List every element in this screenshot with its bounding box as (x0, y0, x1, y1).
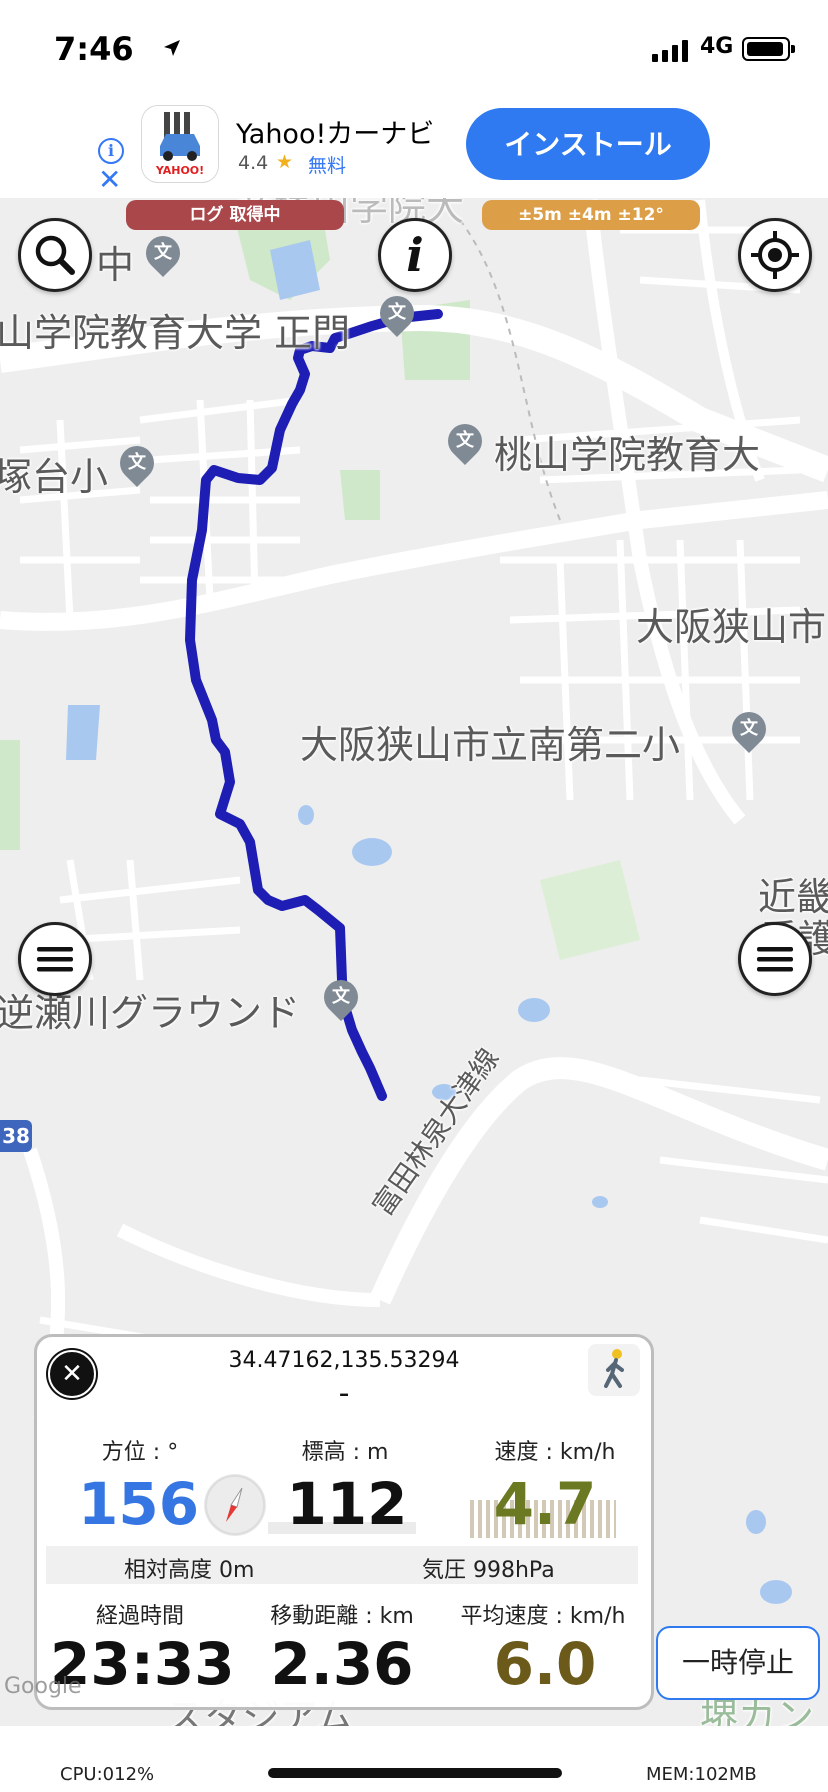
speed-label: 速度 : km/h (494, 1440, 616, 1465)
gps-coordinates: 34.47162,135.53294 (228, 1348, 460, 1373)
ad-app-name[interactable]: Yahoo!カーナビ (236, 112, 434, 151)
place-name: - (338, 1376, 350, 1411)
school-pin-icon[interactable]: 文 (138, 228, 188, 278)
gps-accuracy-badge: ±5m ±4m ±12° (482, 200, 700, 230)
yahoo-logo-text: YAHOO! (155, 164, 204, 177)
direction-label: 方位 : ° (101, 1440, 179, 1465)
ad-info-icon[interactable]: i (98, 138, 124, 164)
search-button[interactable] (18, 218, 92, 292)
menu-icon (757, 947, 793, 972)
status-time: 7:46 (54, 30, 134, 68)
ad-price: 無料 (308, 155, 347, 177)
svg-text:i: i (406, 228, 423, 282)
direction-value: 156 (78, 1470, 200, 1538)
elapsed-time-label: 経過時間 (95, 1604, 184, 1629)
home-indicator[interactable] (268, 1768, 562, 1778)
yahoo-carnavi-app-icon[interactable]: YAHOO! (142, 106, 218, 182)
compass-icon (204, 1474, 266, 1536)
info-icon: i (406, 228, 423, 282)
school-pin-icon[interactable]: 文 (372, 288, 422, 338)
average-speed-value: 6.0 (493, 1630, 597, 1698)
map-label-minami-school: 大阪狭山市立南第二小 (300, 723, 681, 767)
crosshair-icon (751, 231, 799, 279)
school-pin-icon[interactable]: 文 (440, 416, 490, 466)
map-label-momoyama: 桃山学院教育大 (494, 433, 761, 477)
menu-icon (37, 947, 73, 972)
map-label-school-left: 塚台小 (0, 455, 109, 499)
map-label-chu: 中 (96, 243, 135, 287)
map-label-main-gate: 山学院教育大学 正門 (0, 311, 351, 355)
map-label-osakasayama: 大阪狭山市 (636, 605, 827, 649)
cpu-usage: CPU:012% (60, 1764, 155, 1785)
right-menu-button[interactable] (738, 922, 812, 996)
altitude-label: 標高 : m (301, 1440, 389, 1465)
logging-status-badge: ログ 取得中 (126, 200, 344, 230)
route-number-shield: 38 (0, 1120, 32, 1152)
location-arrow-icon (164, 40, 180, 56)
ad-rating: 4.4 (238, 152, 269, 174)
cellular-signal-icon (652, 40, 688, 62)
locate-button[interactable] (738, 218, 812, 292)
left-menu-button[interactable] (18, 922, 92, 996)
info-button[interactable]: i (378, 218, 452, 292)
star-icon: ★ (276, 151, 294, 173)
install-button[interactable]: インストール (466, 108, 710, 180)
school-pin-icon[interactable]: 文 (724, 704, 774, 754)
network-type: 4G (700, 34, 734, 59)
distance-label: 移動距離 : km (270, 1604, 414, 1629)
google-attribution[interactable]: Google (4, 1674, 82, 1699)
relative-altitude: 相対高度 0m (124, 1558, 255, 1583)
distance-value: 2.36 (270, 1630, 414, 1698)
speed-value: 4.7 (493, 1470, 597, 1538)
school-pin-icon[interactable]: 文 (112, 438, 162, 488)
air-pressure: 気圧 998hPa (422, 1558, 555, 1583)
ad-close-icon[interactable]: ✕ (98, 166, 121, 194)
school-pin-icon[interactable]: 文 (316, 972, 366, 1022)
average-speed-label: 平均速度 : km/h (460, 1604, 626, 1629)
battery-icon (742, 37, 795, 61)
memory-usage: MEM:102MB (646, 1764, 757, 1785)
search-icon (35, 235, 75, 275)
pause-button[interactable]: 一時停止 (656, 1626, 820, 1700)
altitude-value: 112 (286, 1470, 408, 1538)
